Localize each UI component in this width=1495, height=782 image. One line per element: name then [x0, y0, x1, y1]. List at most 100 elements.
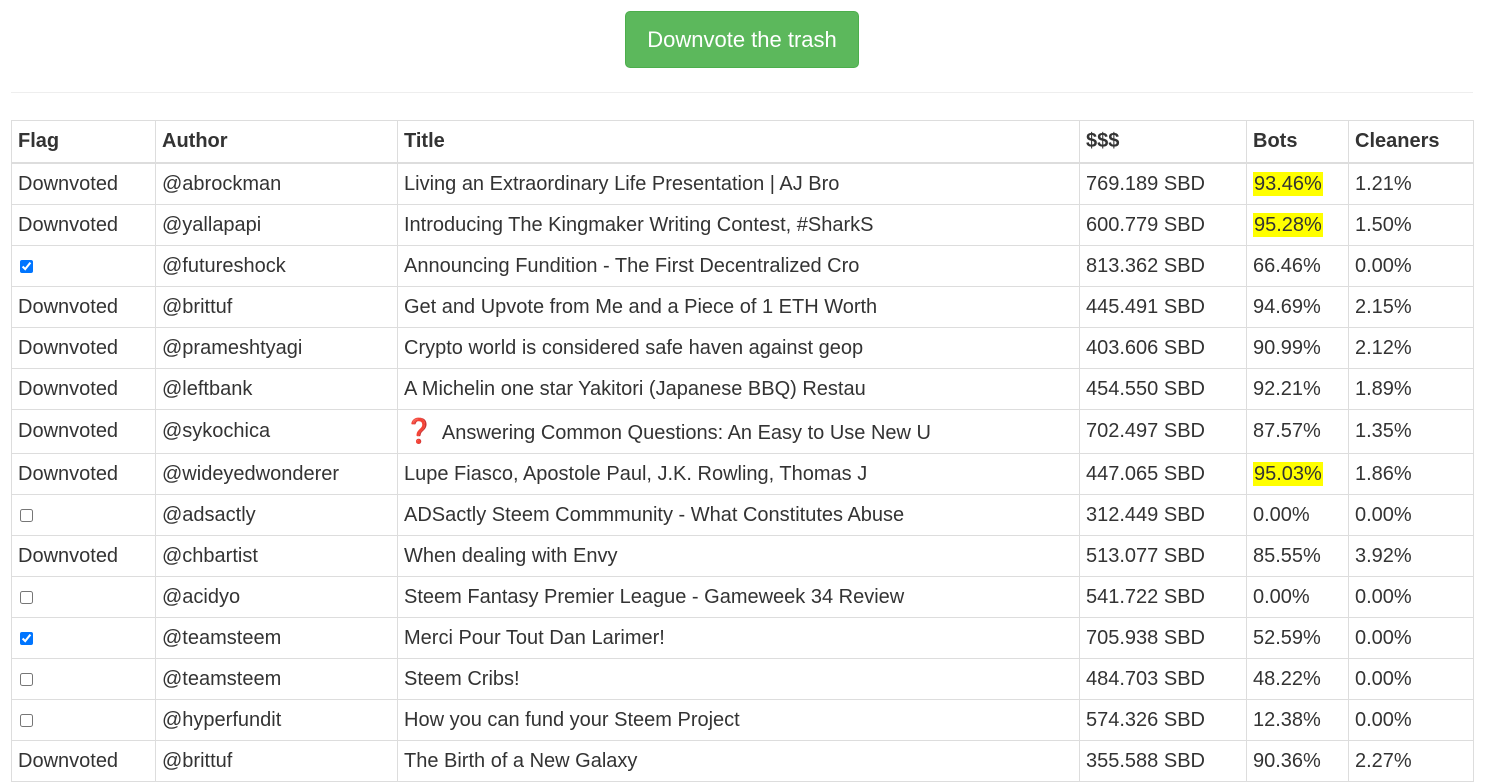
- bots-value: 87.57%: [1253, 420, 1321, 442]
- title-cell: ADSactly Steem Commmunity - What Constit…: [397, 494, 1080, 536]
- downvote-trash-button[interactable]: Downvote the trash: [625, 11, 859, 68]
- cleaners-cell: 2.12%: [1348, 327, 1474, 369]
- title-cell: Steem Cribs!: [397, 658, 1080, 700]
- author-cell: @adsactly: [155, 494, 398, 536]
- bots-value: 48.22%: [1253, 667, 1321, 690]
- title-text: Crypto world is considered safe haven ag…: [404, 336, 864, 359]
- title-text: A Michelin one star Yakitori (Japanese B…: [404, 377, 866, 400]
- cleaners-cell: 1.86%: [1348, 453, 1474, 495]
- author-cell: @wideyedwonderer: [155, 453, 398, 495]
- amount-cell: 312.449 SBD: [1079, 494, 1247, 536]
- flag-status: Downvoted: [18, 172, 119, 195]
- table-row: Downvoted @prameshtyagi Crypto world is co…: [11, 327, 1474, 369]
- cleaners-cell: 1.50%: [1348, 204, 1474, 246]
- cleaners-cell: 0.00%: [1348, 699, 1474, 741]
- title-text: ADSactly Steem Commmunity - What Constit…: [404, 503, 905, 526]
- title-cell: Get and Upvote from Me and a Piece of 1 …: [397, 286, 1080, 328]
- flag-checkbox[interactable]: [20, 259, 33, 273]
- bots-value: 95.28%: [1253, 212, 1323, 237]
- table-row: Downvoted @wideyedwonderer Lupe Fiasco, Ap…: [11, 453, 1474, 495]
- flag-cell: Downvoted: [11, 327, 156, 369]
- flag-checkbox[interactable]: [20, 590, 33, 604]
- author-cell: @yallapapi: [155, 204, 398, 246]
- flag-cell: Downvoted: [11, 368, 156, 410]
- cleaners-cell: 0.00%: [1348, 245, 1474, 287]
- author-cell: @brittuf: [155, 740, 398, 782]
- author-cell: @sykochica: [155, 409, 398, 454]
- bots-cell: 90.99%: [1246, 327, 1349, 369]
- title-cell: ❓ Answering Common Questions: An Easy to …: [397, 409, 1080, 454]
- bots-cell: 0.00%: [1246, 494, 1349, 536]
- amount-cell: 705.938 SBD: [1079, 617, 1247, 659]
- cleaners-cell: 2.27%: [1348, 740, 1474, 782]
- author-cell: @hyperfundit: [155, 699, 398, 741]
- flag-cell: [11, 658, 156, 700]
- author-cell: @leftbank: [155, 368, 398, 410]
- author-cell: @acidyo: [155, 576, 398, 618]
- flag-cell: [11, 617, 156, 659]
- flag-cell: [11, 576, 156, 618]
- flag-checkbox[interactable]: [20, 672, 33, 686]
- title-text: How you can fund your Steem Project: [404, 708, 740, 731]
- flag-checkbox[interactable]: [20, 713, 33, 727]
- bots-cell: 90.36%: [1246, 740, 1349, 782]
- title-text: Lupe Fiasco, Apostole Paul, J.K. Rowling…: [404, 462, 868, 485]
- bots-cell: 85.55%: [1246, 535, 1349, 577]
- amount-cell: 447.065 SBD: [1079, 453, 1247, 495]
- cleaners-cell: 0.00%: [1348, 617, 1474, 659]
- title-cell: Crypto world is considered safe haven ag…: [397, 327, 1080, 369]
- header-author: Author: [155, 120, 398, 164]
- flag-checkbox[interactable]: [20, 508, 33, 522]
- table-row: Downvoted @abrockman Living an Extraordina…: [11, 162, 1474, 205]
- flag-status: Downvoted: [18, 213, 119, 236]
- table-row: @teamsteem Merci Pour Tout Dan Larimer! 70…: [11, 617, 1474, 659]
- posts-table: Flag Author Title $$$ Bots Cleaners Down…: [11, 120, 1474, 782]
- flag-cell: Downvoted: [11, 409, 156, 454]
- author-cell: @teamsteem: [155, 617, 398, 659]
- author-cell: @teamsteem: [155, 658, 398, 700]
- title-text: Announcing Fundition - The First Decentr…: [404, 254, 860, 277]
- bots-value: 90.99%: [1253, 336, 1321, 359]
- table-row: @teamsteem Steem Cribs! 484.703 SBD 48.22% 0…: [11, 658, 1474, 700]
- title-cell: Merci Pour Tout Dan Larimer!: [397, 617, 1080, 659]
- bots-value: 92.21%: [1253, 377, 1321, 400]
- author-cell: @abrockman: [155, 162, 398, 205]
- cleaners-cell: 0.00%: [1348, 658, 1474, 700]
- title-text: Steem Fantasy Premier League - Gameweek …: [404, 585, 905, 608]
- bots-cell: 93.46%: [1246, 162, 1349, 205]
- table-row: Downvoted @yallapapi Introducing The Kingm…: [11, 204, 1474, 246]
- bots-cell: 12.38%: [1246, 699, 1349, 741]
- table-row: @acidyo Steem Fantasy Premier League - Ga…: [11, 576, 1474, 618]
- title-cell: How you can fund your Steem Project: [397, 699, 1080, 741]
- flag-cell: Downvoted: [11, 453, 156, 495]
- bots-cell: 95.28%: [1246, 204, 1349, 246]
- bots-value: 93.46%: [1253, 171, 1323, 196]
- table-header-row: Flag Author Title $$$ Bots Cleaners: [11, 120, 1474, 164]
- flag-status: Downvoted: [18, 295, 119, 318]
- amount-cell: 484.703 SBD: [1079, 658, 1247, 700]
- table-row: Downvoted @leftbank A Michelin one star Ya…: [11, 368, 1474, 410]
- author-cell: @prameshtyagi: [155, 327, 398, 369]
- amount-cell: 454.550 SBD: [1079, 368, 1247, 410]
- bots-cell: 95.03%: [1246, 453, 1349, 495]
- amount-cell: 355.588 SBD: [1079, 740, 1247, 782]
- cleaners-cell: 2.15%: [1348, 286, 1474, 328]
- bots-value: 90.36%: [1253, 749, 1321, 772]
- table-row: @adsactly ADSactly Steem Commmunity - Wha…: [11, 494, 1474, 536]
- amount-cell: 813.362 SBD: [1079, 245, 1247, 287]
- bots-cell: 66.46%: [1246, 245, 1349, 287]
- flag-cell: [11, 699, 156, 741]
- amount-cell: 702.497 SBD: [1079, 409, 1247, 454]
- table-row: Downvoted @chbartist When dealing with Env…: [11, 535, 1474, 577]
- flag-checkbox[interactable]: [20, 631, 33, 645]
- title-text: Introducing The Kingmaker Writing Contes…: [404, 213, 874, 236]
- amount-cell: 403.606 SBD: [1079, 327, 1247, 369]
- bots-cell: 52.59%: [1246, 617, 1349, 659]
- title-text: The Birth of a New Galaxy: [404, 749, 638, 772]
- cleaners-cell: 3.92%: [1348, 535, 1474, 577]
- author-cell: @brittuf: [155, 286, 398, 328]
- table-row: @futureshock Announcing Fundition - The F…: [11, 245, 1474, 287]
- amount-cell: 541.722 SBD: [1079, 576, 1247, 618]
- flag-cell: Downvoted: [11, 740, 156, 782]
- title-text: Get and Upvote from Me and a Piece of 1 …: [404, 295, 878, 318]
